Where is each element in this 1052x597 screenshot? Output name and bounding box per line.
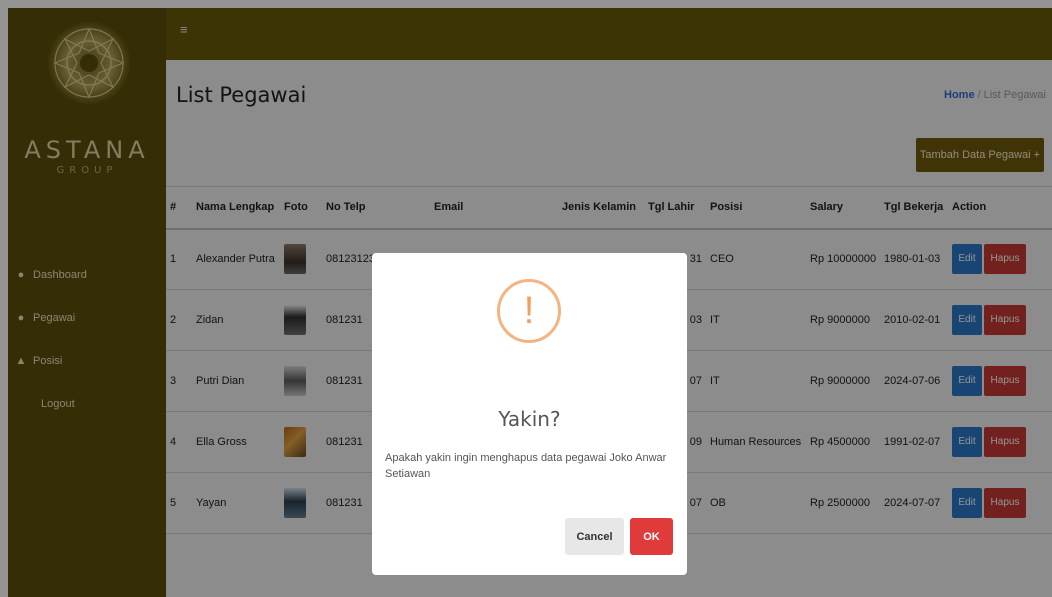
dialog-title: Yakin? bbox=[498, 407, 561, 431]
cancel-button[interactable]: Cancel bbox=[565, 518, 624, 555]
ok-button[interactable]: OK bbox=[630, 518, 673, 555]
warning-icon: ! bbox=[497, 279, 561, 343]
dialog-message: Apakah yakin ingin menghapus data pegawa… bbox=[385, 452, 667, 480]
confirm-dialog: ! Yakin? Apakah yakin ingin menghapus da… bbox=[372, 253, 687, 575]
